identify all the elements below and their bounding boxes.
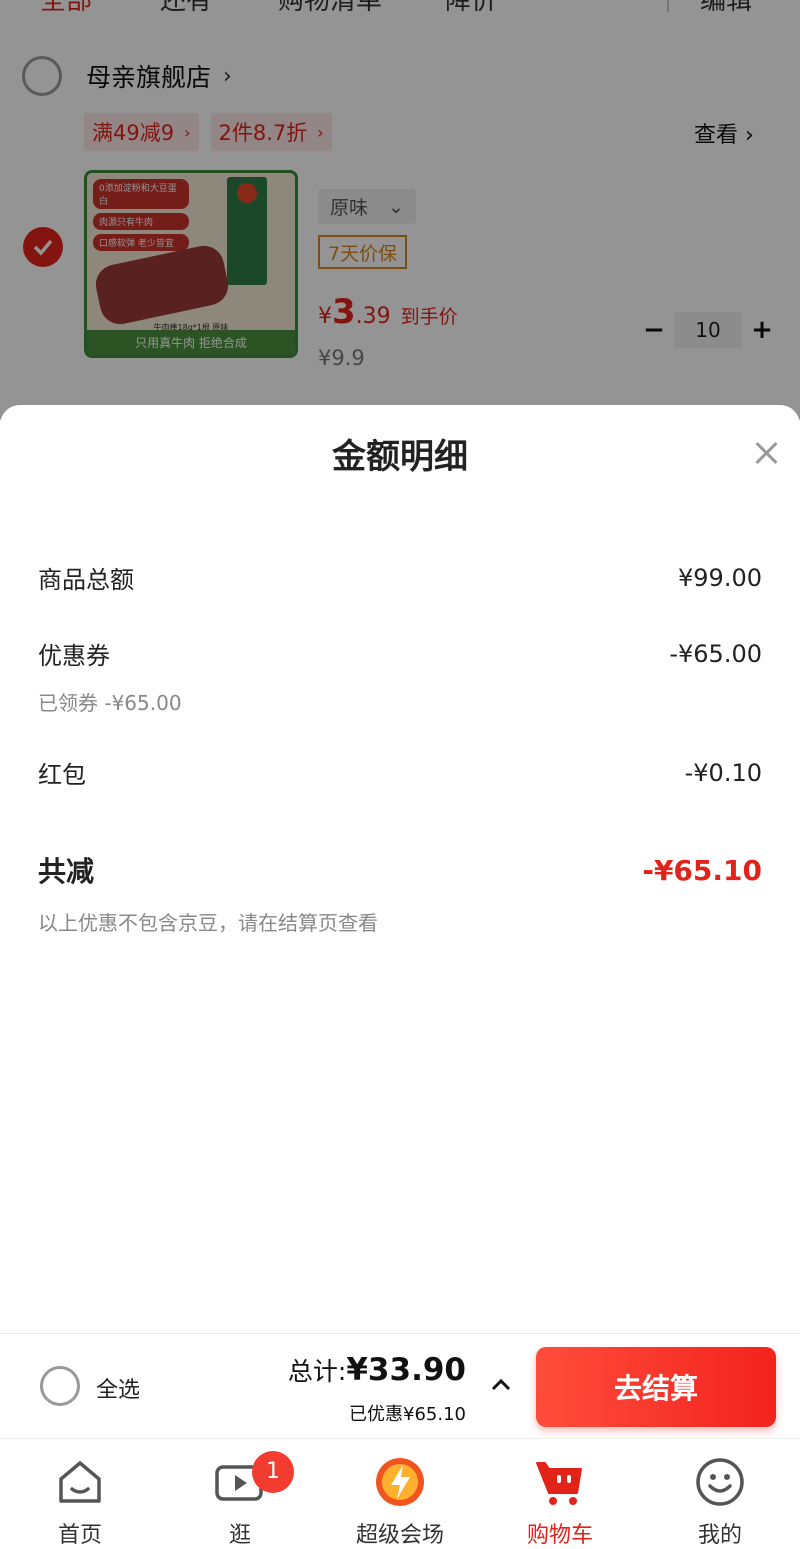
red-packet-label: 红包 [38, 761, 86, 789]
tab-browse[interactable]: 1 逛 [160, 1449, 320, 1549]
chevron-up-icon[interactable] [490, 1374, 512, 1396]
saved-amount: 已优惠¥65.10 [349, 1404, 466, 1425]
subtotal-value: ¥99.00 [678, 563, 762, 592]
overlay-mask[interactable] [0, 0, 800, 420]
coupon-label: 优惠券 [38, 642, 110, 670]
total-discount-row: 共减 -¥65.10 [38, 850, 762, 890]
super-venue-icon [376, 1458, 424, 1506]
close-icon[interactable] [753, 439, 781, 467]
tab-home[interactable]: 首页 [0, 1449, 160, 1549]
total-discount-label: 共减 [38, 855, 95, 888]
red-packet-row: 红包 -¥0.10 [38, 755, 762, 790]
coupon-sub: 已领券 -¥65.00 [38, 691, 182, 715]
sheet-title: 金额明细 [332, 437, 468, 477]
checkout-button[interactable]: 去结算 [536, 1347, 776, 1427]
total-price: 总计:¥33.90 [288, 1352, 466, 1388]
bottom-tab-bar: 首页 1 逛 超级会场 购物车 我的 [0, 1438, 800, 1549]
tab-label: 逛 [228, 1523, 251, 1548]
tab-label: 超级会场 [355, 1523, 444, 1548]
coupon-value: -¥65.00 [669, 639, 762, 668]
select-all-radio[interactable] [40, 1366, 80, 1406]
discount-note: 以上优惠不包含京豆，请在结算页查看 [38, 911, 378, 935]
smiley-icon [696, 1458, 744, 1506]
select-all-label[interactable]: 全选 [96, 1372, 140, 1404]
tab-label: 我的 [697, 1523, 742, 1548]
red-packet-value: -¥0.10 [684, 758, 762, 787]
total-discount-value: -¥65.10 [642, 853, 762, 887]
tab-me[interactable]: 我的 [640, 1449, 800, 1549]
notification-badge: 1 [252, 1451, 294, 1493]
subtotal-row: 商品总额 ¥99.00 [38, 560, 762, 595]
tab-label: 购物车 [526, 1523, 593, 1548]
coupon-row: 优惠券 -¥65.00 [38, 636, 762, 671]
subtotal-label: 商品总额 [38, 566, 134, 594]
cart-icon [536, 1462, 582, 1505]
total-prefix: 总计: [287, 1357, 347, 1386]
checkout-bar: 全选 总计:¥33.90 已优惠¥65.10 去结算 [0, 1333, 800, 1438]
tab-cart[interactable]: 购物车 [480, 1449, 640, 1549]
total-amount: ¥33.90 [346, 1352, 466, 1388]
home-icon [59, 1461, 101, 1503]
amount-detail-sheet: 金额明细 商品总额 ¥99.00 优惠券 -¥65.00 已领券 -¥65.00… [0, 405, 800, 1333]
tab-super-venue[interactable]: 超级会场 [320, 1449, 480, 1549]
tab-label: 首页 [57, 1523, 102, 1548]
